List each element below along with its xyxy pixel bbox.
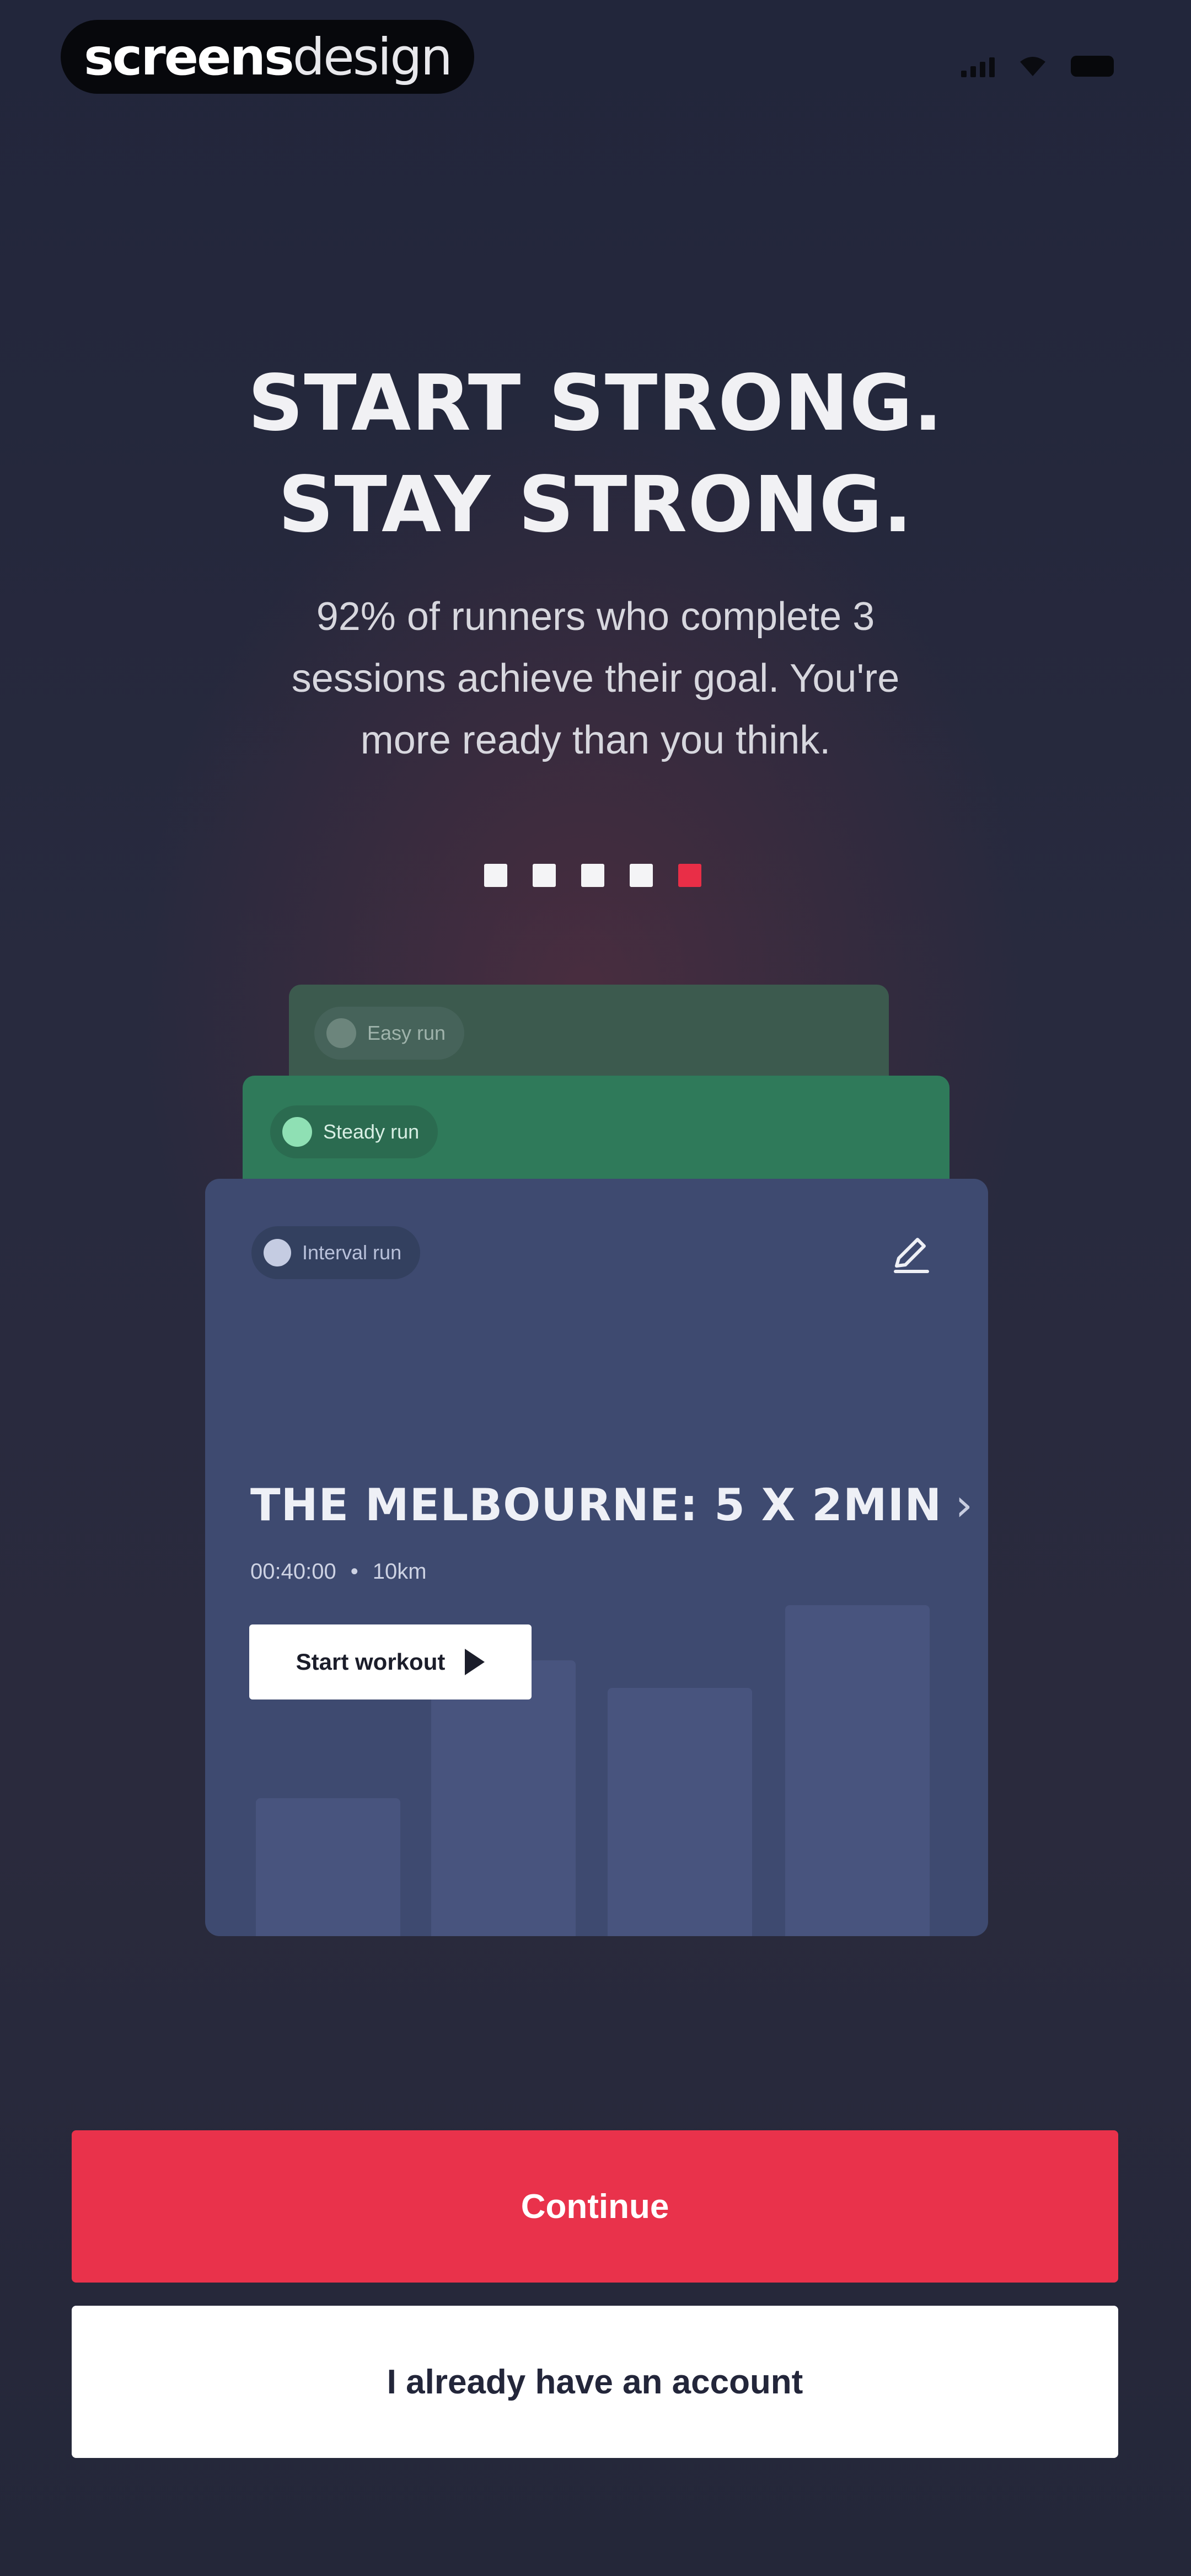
- battery-icon: [1071, 56, 1114, 77]
- workout-type-tag: Interval run: [251, 1226, 421, 1279]
- logo-text-bold: screens: [84, 27, 294, 87]
- page-dot-4[interactable]: [630, 864, 653, 887]
- workout-type-tag: Steady run: [270, 1105, 438, 1158]
- workout-title[interactable]: THE MELBOURNE: 5 X 2MIN ›: [250, 1479, 973, 1531]
- subtitle: 92% of runners who complete 3 sessions a…: [210, 586, 981, 771]
- watermark-logo: screens design: [61, 20, 474, 94]
- subtitle-line-3: more ready than you think.: [360, 718, 831, 762]
- workout-title-text: THE MELBOURNE: 5 X 2MIN: [250, 1479, 942, 1531]
- page-dot-3[interactable]: [581, 864, 604, 887]
- status-bar: [961, 50, 1114, 83]
- page-dot-5-active[interactable]: [678, 864, 701, 887]
- play-icon: [465, 1649, 485, 1675]
- run-type-icon: [326, 1018, 356, 1048]
- continue-button[interactable]: Continue: [72, 2130, 1118, 2283]
- edit-icon[interactable]: [889, 1233, 933, 1277]
- intensity-bar: [431, 1660, 576, 1936]
- chevron-right-icon: ›: [955, 1479, 974, 1531]
- workout-distance: 10km: [372, 1559, 427, 1584]
- intensity-bar: [785, 1605, 930, 1936]
- page-dot-2[interactable]: [533, 864, 556, 887]
- subtitle-line-2: sessions achieve their goal. You're: [291, 656, 900, 701]
- tag-label: Easy run: [367, 1022, 446, 1044]
- page-indicator: [484, 864, 701, 887]
- intensity-bar: [608, 1688, 752, 1936]
- onboarding-screen: screens design START STRONG. STAY STRONG.…: [0, 0, 1191, 2576]
- title-line-1: START STRONG.: [248, 359, 943, 448]
- run-type-icon: [264, 1239, 291, 1266]
- tag-label: Interval run: [302, 1241, 402, 1264]
- title-line-2: STAY STRONG.: [278, 460, 913, 550]
- workout-duration: 00:40:00: [250, 1559, 336, 1584]
- workout-meta: 00:40:00 • 10km: [250, 1559, 427, 1584]
- workout-type-tag: Easy run: [314, 1007, 465, 1060]
- workout-card-interval[interactable]: Interval run THE MELBOURNE: 5 X 2MIN › 00…: [205, 1179, 988, 1936]
- meta-separator: •: [350, 1559, 358, 1584]
- intensity-bar: [256, 1798, 400, 1936]
- page-dot-1[interactable]: [484, 864, 507, 887]
- workout-card-steady: Steady run: [243, 1076, 949, 1186]
- start-workout-label: Start workout: [296, 1649, 446, 1675]
- subtitle-line-1: 92% of runners who complete 3: [316, 595, 875, 639]
- logo-text-light: design: [292, 27, 453, 87]
- wifi-icon: [1020, 57, 1045, 76]
- tag-label: Steady run: [323, 1120, 420, 1143]
- signal-icon: [961, 55, 995, 77]
- start-workout-button[interactable]: Start workout: [249, 1624, 532, 1699]
- page-title: START STRONG. STAY STRONG.: [0, 353, 1191, 556]
- existing-account-button[interactable]: I already have an account: [72, 2306, 1118, 2458]
- run-type-icon: [282, 1117, 312, 1147]
